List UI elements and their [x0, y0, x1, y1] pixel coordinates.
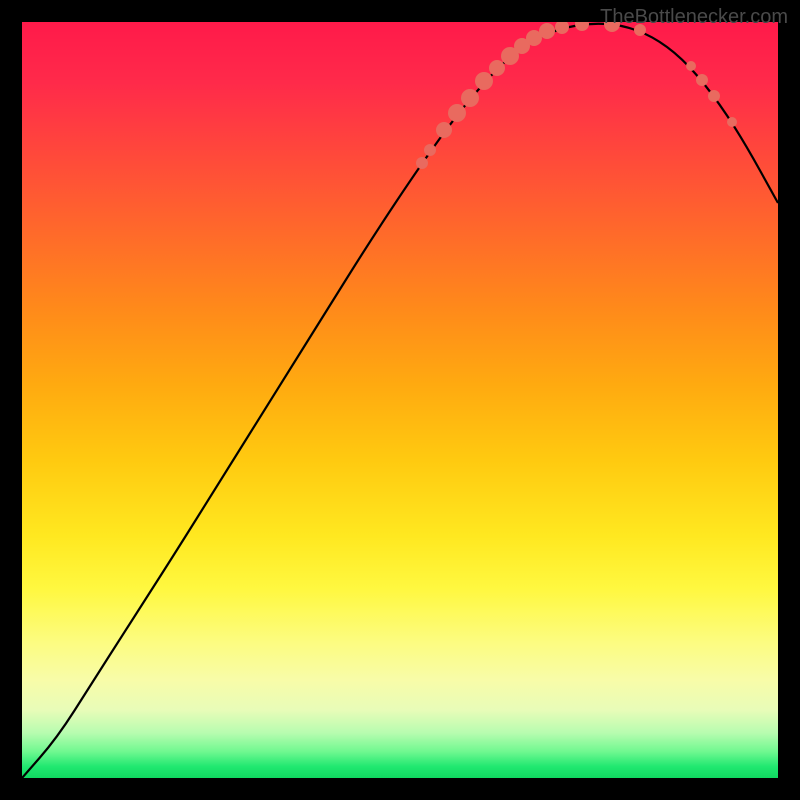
data-point [696, 74, 708, 86]
watermark-text: TheBottlenecker.com [600, 6, 788, 29]
data-point [461, 89, 479, 107]
data-point [424, 144, 436, 156]
plot-area [22, 22, 778, 778]
data-point [475, 72, 493, 90]
data-point [436, 122, 452, 138]
bottleneck-curve [22, 24, 778, 778]
data-point [555, 22, 569, 34]
data-point [489, 60, 505, 76]
data-point [727, 117, 737, 127]
data-point [708, 90, 720, 102]
data-point [539, 23, 555, 39]
data-point [575, 22, 589, 31]
data-point [686, 61, 696, 71]
data-points-group [416, 22, 737, 169]
data-point [448, 104, 466, 122]
data-point [416, 157, 428, 169]
chart-svg [22, 22, 778, 778]
